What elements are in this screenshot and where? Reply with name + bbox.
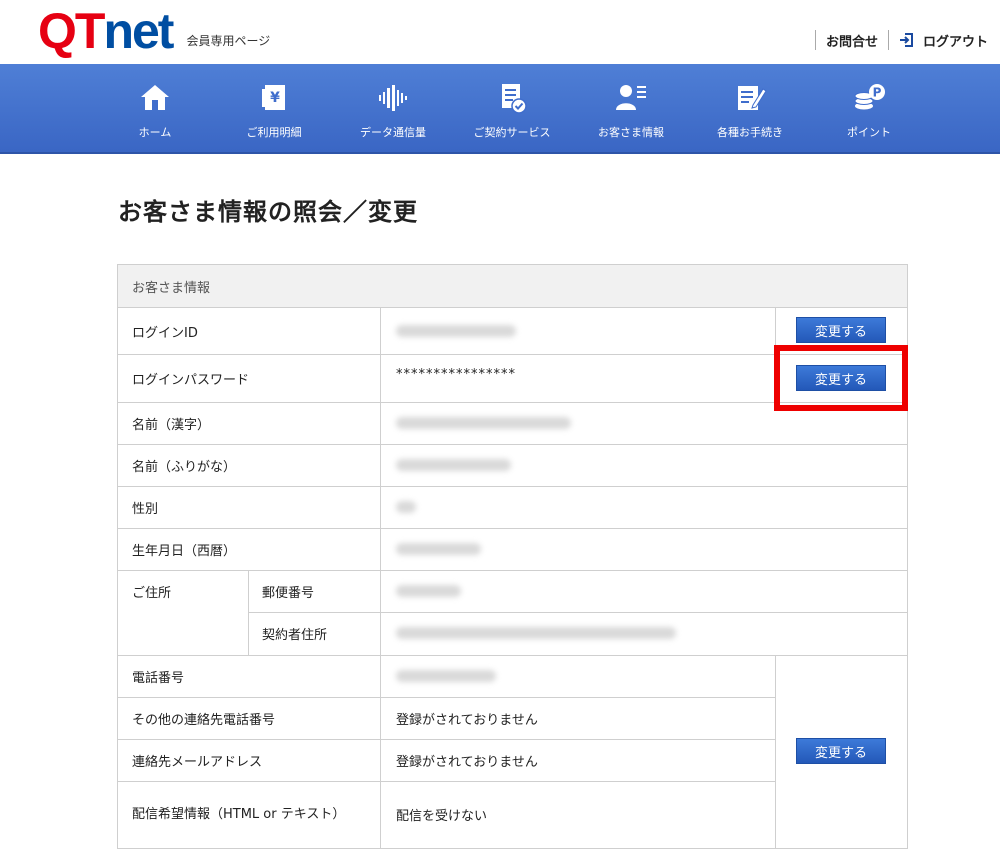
column-divider xyxy=(380,308,381,848)
name-kanji-value-redacted xyxy=(396,417,571,429)
other-phone-label: その他の連絡先電話番号 xyxy=(132,712,276,728)
nav-label: ご利用明細 xyxy=(246,126,302,139)
divider xyxy=(887,30,889,50)
nav-label: お客さま情報 xyxy=(598,126,664,139)
gender-value-redacted xyxy=(396,501,416,513)
phone-value-redacted xyxy=(396,670,496,682)
postal-code-value-redacted xyxy=(396,585,461,597)
member-page-subtitle: 会員専用ページ xyxy=(186,34,271,48)
row-divider xyxy=(118,570,907,571)
svg-text:P: P xyxy=(873,86,882,100)
row-divider xyxy=(118,486,907,487)
logout-link[interactable]: ログアウト xyxy=(899,31,988,50)
nav-item-points[interactable]: P ポイント xyxy=(809,64,929,152)
login-id-label: ログインID xyxy=(132,325,198,341)
birthday-value-redacted xyxy=(396,543,481,555)
svg-text:¥: ¥ xyxy=(270,90,280,106)
gender-label: 性別 xyxy=(132,501,159,517)
password-value: **************** xyxy=(396,366,516,382)
nav-label: 各種お手続き xyxy=(717,126,783,139)
nav-item-billing[interactable]: ¥ ご利用明細 xyxy=(214,64,334,152)
section-header: お客さま情報 xyxy=(118,265,907,308)
other-phone-value: 登録がされておりません xyxy=(396,712,538,728)
email-label: 連絡先メールアドレス xyxy=(132,754,263,770)
delivery-preference-label: 配信希望情報（HTML or テキスト） xyxy=(132,806,346,822)
data-usage-icon xyxy=(379,85,407,111)
column-divider xyxy=(775,655,776,848)
address-label: ご住所 xyxy=(132,585,172,601)
points-icon: P xyxy=(854,84,885,110)
page-title: お客さま情報の照会／変更 xyxy=(118,198,418,226)
contract-address-label: 契約者住所 xyxy=(262,628,328,643)
divider xyxy=(814,30,816,50)
nav-item-data-usage[interactable]: データ通信量 xyxy=(333,64,453,152)
procedure-icon xyxy=(738,86,767,110)
name-kana-label: 名前（ふりがな） xyxy=(132,459,237,475)
login-id-value-redacted xyxy=(396,325,516,337)
password-label: ログインパスワード xyxy=(132,372,250,388)
nav-item-user-info[interactable]: お客さま情報 xyxy=(571,64,691,152)
email-value: 登録がされておりません xyxy=(396,754,538,770)
change-contact-info-button[interactable]: 変更する xyxy=(796,738,886,764)
nav-label: データ通信量 xyxy=(360,126,426,139)
nav-item-home[interactable]: ホーム xyxy=(95,64,215,152)
main-nav: ホーム ¥ ご利用明細 データ通信量 ご契約サービス お客さま情報 各種お手続き… xyxy=(0,64,1000,154)
nav-label: ホーム xyxy=(138,126,172,139)
logo-q: Q xyxy=(38,3,77,59)
contract-address-value-redacted xyxy=(396,627,676,639)
contract-icon xyxy=(502,84,527,114)
header-links: お問合せ ログアウト xyxy=(805,30,988,50)
phone-label: 電話番号 xyxy=(132,670,185,686)
nav-label: ご契約サービス xyxy=(473,126,551,139)
row-divider xyxy=(118,528,907,529)
name-kana-value-redacted xyxy=(396,459,511,471)
change-login-id-button[interactable]: 変更する xyxy=(796,317,886,343)
logo-t: T xyxy=(74,3,106,59)
logo-net: net xyxy=(103,3,174,59)
name-kanji-label: 名前（漢字） xyxy=(132,417,211,433)
nav-item-contract[interactable]: ご契約サービス xyxy=(452,64,572,152)
delivery-preference-value: 配信を受けない xyxy=(396,809,488,824)
column-divider xyxy=(248,570,249,655)
customer-info-table: お客さま情報 ログインID ログインパスワード 名前（漢字） 名前（ふりがな） … xyxy=(117,264,908,849)
nav-label: ポイント xyxy=(847,126,891,139)
home-icon xyxy=(141,85,169,110)
site-header: QTnet 会員専用ページ お問合せ ログアウト xyxy=(0,0,1000,64)
contact-link[interactable]: お問合せ xyxy=(826,31,878,50)
logout-icon xyxy=(899,33,913,47)
row-divider xyxy=(118,444,907,445)
billing-icon: ¥ xyxy=(262,85,285,110)
birthday-label: 生年月日（西暦） xyxy=(132,543,237,559)
row-divider xyxy=(248,612,907,613)
qtnet-logo[interactable]: QTnet 会員専用ページ xyxy=(38,6,270,56)
logout-label: ログアウト xyxy=(922,34,988,50)
nav-item-procedures[interactable]: 各種お手続き xyxy=(690,64,810,152)
user-info-icon xyxy=(616,85,646,110)
postal-code-label: 郵便番号 xyxy=(262,585,315,601)
row-divider xyxy=(118,655,907,656)
highlight-box xyxy=(774,345,908,411)
